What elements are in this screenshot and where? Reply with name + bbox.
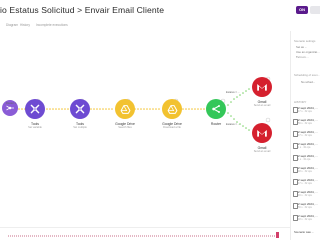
scenario-settings-label: Scenario settings bbox=[294, 39, 316, 43]
scenario-sidebar: Scenario settings Set as ... Use an orga… bbox=[290, 31, 320, 240]
node-google-drive-1-sub: Search files bbox=[118, 126, 132, 129]
tools-icon bbox=[30, 104, 40, 114]
google-drive-icon bbox=[167, 104, 177, 114]
scenario-setting-1[interactable]: Set as ... bbox=[296, 45, 307, 49]
node-tools-2[interactable] bbox=[70, 99, 90, 119]
scenario-setting-3[interactable]: Turn on ... bbox=[296, 55, 309, 59]
tab-diagram[interactable]: Diagram bbox=[6, 23, 18, 27]
history-item-meta: 46 s · 32 ops bbox=[298, 194, 312, 197]
node-gmail-1[interactable] bbox=[252, 77, 272, 97]
connection-lines bbox=[15, 76, 271, 131]
schedule-label: Scheduling of scen... bbox=[294, 73, 320, 77]
tools-icon bbox=[75, 104, 85, 114]
scenario-canvas[interactable]: Router 1 Tools Set variable Tools Set mu… bbox=[0, 31, 290, 227]
history-label: HISTORY bbox=[294, 100, 307, 104]
node-tools-1[interactable] bbox=[25, 99, 45, 119]
tab-history[interactable]: History bbox=[20, 23, 30, 27]
tab-incomplete-executions[interactable]: Incomplete executions bbox=[36, 23, 68, 27]
history-item-meta: 56 s · 32 ops bbox=[298, 206, 312, 209]
history-item-meta: 47 s · 32 ops bbox=[298, 182, 312, 185]
history-item-meta: 1 s · 32 ops bbox=[298, 158, 311, 161]
timeline-marker[interactable] bbox=[276, 232, 279, 238]
history-item[interactable]: 2 sept 2024, ... 46 s · 32 ops bbox=[293, 190, 320, 198]
execution-timeline[interactable] bbox=[0, 227, 290, 241]
history-item[interactable]: 2 sept 2024, ... 48 s · 32 ops bbox=[293, 166, 320, 174]
node-google-drive-2[interactable] bbox=[162, 99, 182, 119]
history-item[interactable]: 2 sept 2024, ... 1 s · 32 ops bbox=[293, 142, 320, 150]
node-gmail-2-sub: Send an email bbox=[253, 150, 271, 153]
history-item[interactable]: 2 sept 2024, ... 47 s · 32 ops bbox=[293, 178, 320, 186]
history-item[interactable]: 2 sept 2024, ... 47 s · 32 ops bbox=[293, 130, 320, 138]
history-item-meta: 47 s · 32 ops bbox=[298, 110, 312, 113]
scenario-setting-2[interactable]: Use an organizat... bbox=[296, 50, 319, 54]
scenario-status-footer: Scenario was ... bbox=[294, 230, 314, 234]
route-label-0[interactable]: Router 1 bbox=[6, 102, 16, 105]
history-item[interactable]: 2 sept 2024, ... 56 s · 32 ops bbox=[293, 118, 320, 126]
history-item[interactable]: 2 sept 2024, ... 56 s · 32 ops bbox=[293, 202, 320, 210]
history-item-meta: 56 s · 32 ops bbox=[298, 122, 312, 125]
history-item-meta: 48 s · 32 ops bbox=[298, 218, 312, 221]
scenario-toggle-on[interactable]: ON bbox=[296, 6, 308, 14]
timeline-track bbox=[8, 235, 278, 237]
google-drive-icon bbox=[120, 104, 130, 114]
scenario-toggle-off[interactable] bbox=[310, 6, 320, 14]
operation-badges bbox=[35, 76, 271, 123]
history-item[interactable]: 2 sept 2024, ... 1 s · 32 ops bbox=[293, 154, 320, 162]
history-item-meta: 48 s · 32 ops bbox=[298, 170, 312, 173]
node-gmail-2[interactable] bbox=[252, 123, 272, 143]
gmail-icon bbox=[257, 130, 267, 137]
node-tools-1-sub: Set variable bbox=[28, 126, 42, 129]
node-router[interactable] bbox=[206, 99, 226, 119]
node-google-drive-2-sub: Download a file bbox=[163, 126, 181, 129]
route-label-2[interactable]: Estatus = ... bbox=[226, 123, 240, 126]
history-item[interactable]: 2 sept 2024, ... 48 s · 32 ops bbox=[293, 214, 320, 222]
gmail-icon bbox=[257, 84, 267, 91]
route-label-1[interactable]: Estatus = ... bbox=[226, 91, 240, 94]
history-item[interactable]: 2 sept 2024, ... 47 s · 32 ops bbox=[293, 106, 320, 114]
node-tools-2-sub: Set multiple bbox=[73, 126, 87, 129]
router-icon bbox=[212, 105, 220, 113]
history-item-meta: 1 s · 32 ops bbox=[298, 146, 311, 149]
history-item-meta: 47 s · 32 ops bbox=[298, 134, 312, 137]
top-header: io Estatus Solicitud > Envair Email Clie… bbox=[0, 0, 320, 22]
scenario-title[interactable]: io Estatus Solicitud > Envair Email Clie… bbox=[0, 5, 164, 15]
node-google-drive-1[interactable] bbox=[115, 99, 135, 119]
schedule-value[interactable]: No sched... bbox=[301, 80, 315, 84]
node-gmail-1-sub: Send an email bbox=[253, 104, 271, 107]
